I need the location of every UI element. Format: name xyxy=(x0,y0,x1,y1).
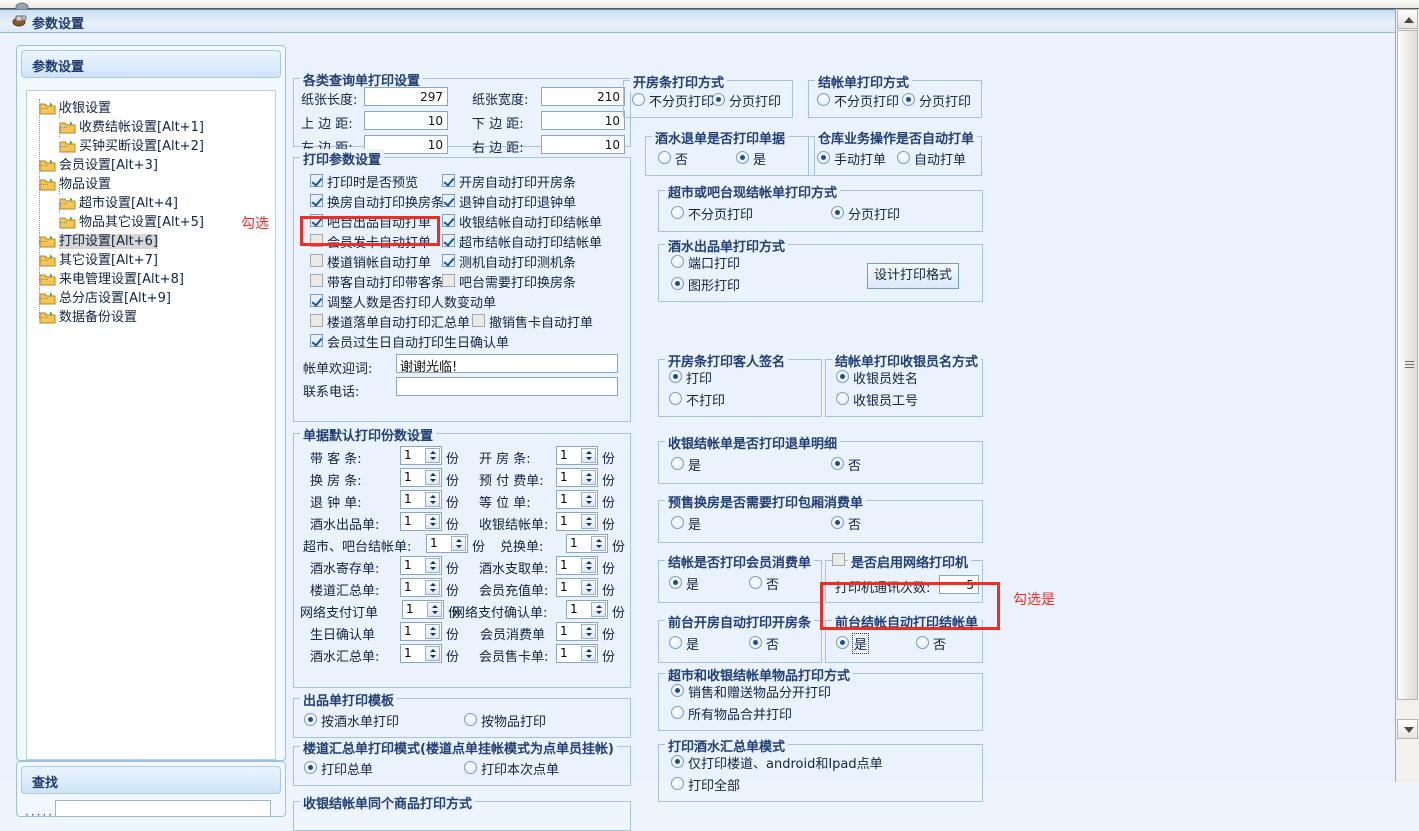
cut-off-group-caption: 收银结帐单同个商品打印方式 xyxy=(300,793,476,812)
scrollbar-grip-icon xyxy=(1405,361,1414,369)
find-row: ····· xyxy=(25,800,277,822)
client-area: 参数设置 收银设置 收费结帐设置[Alt+1] 买钟买断设置[Alt+2] 会员设置[… xyxy=(0,33,1396,831)
window-top-chrome xyxy=(0,0,1419,12)
annotation-layer: 勾选勾选是 xyxy=(0,10,1396,792)
annotation-highlight-box-1 xyxy=(820,582,1000,630)
scroll-down-arrow-icon[interactable] xyxy=(1397,719,1418,739)
main-window: 参数设置 参数设置 收银设置 收费结帐设置[Alt+1] 买钟买断设置[Alt+2]… xyxy=(0,9,1396,831)
scroll-up-arrow-icon[interactable] xyxy=(1397,9,1418,29)
annotation-text-1: 勾选是 xyxy=(1013,592,1055,608)
window-vertical-scrollbar[interactable] xyxy=(1395,9,1419,782)
scrollbar-thumb[interactable] xyxy=(1397,30,1418,700)
cut-off-group: 收银结帐单同个商品打印方式 xyxy=(293,793,631,831)
find-input[interactable] xyxy=(55,800,271,817)
annotation-text-0: 勾选 xyxy=(241,216,269,232)
annotation-highlight-box-0 xyxy=(300,216,440,246)
find-dots: ····· xyxy=(25,808,55,822)
